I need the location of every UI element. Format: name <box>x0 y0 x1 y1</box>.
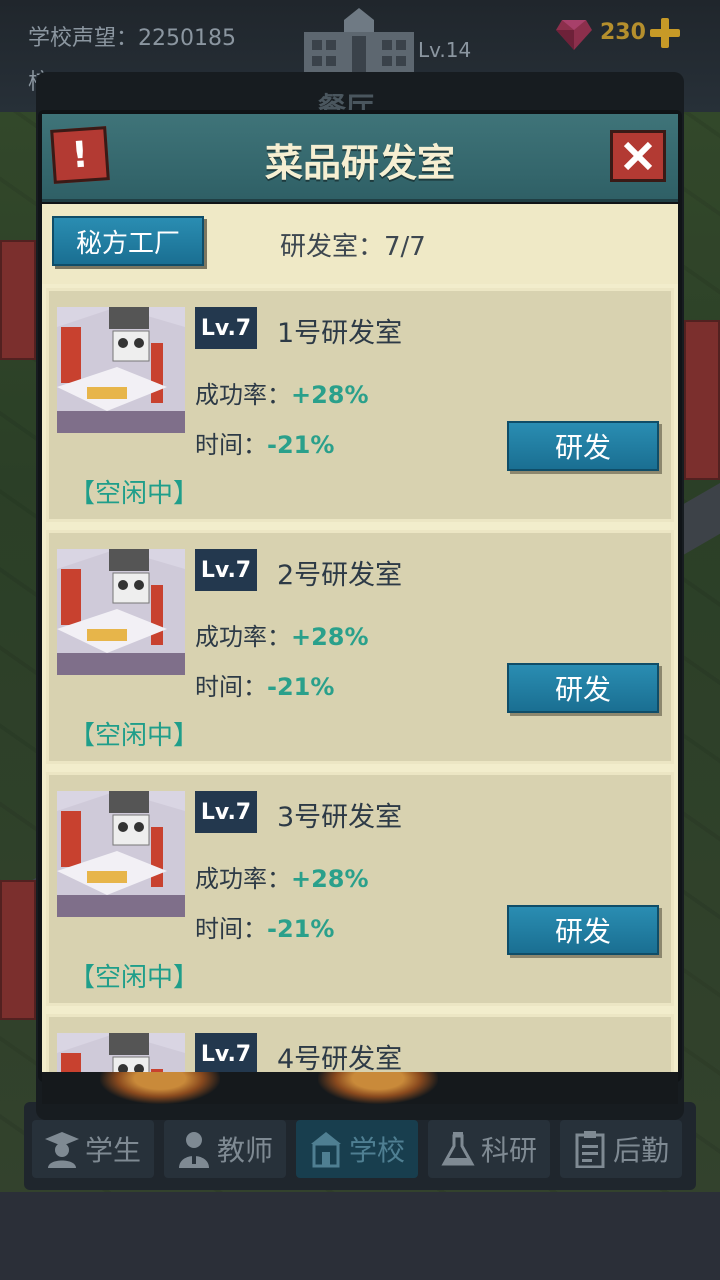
kitchen-image <box>57 307 185 433</box>
lab-name: 2号研发室 <box>277 560 403 591</box>
success-rate: 成功率：+28% <box>195 865 369 893</box>
dish-image <box>100 1072 220 1104</box>
time-modifier: 时间：-21% <box>195 673 335 701</box>
level-badge: Lv.7 <box>195 549 257 591</box>
level-badge: Lv.7 <box>195 307 257 349</box>
level-badge: Lv.7 <box>195 791 257 833</box>
tab-label: 学生 <box>84 1134 141 1167</box>
tab-label: 后勤 <box>612 1134 669 1167</box>
exclamation-icon: ! <box>70 133 90 177</box>
research-button[interactable]: 研发 <box>507 905 659 955</box>
school-reputation: 学校声望：2250185 <box>28 26 236 51</box>
recipe-factory-button[interactable]: 秘方工厂 <box>52 216 204 266</box>
lab-card: Lv.7 4号研发室 <box>46 1014 674 1072</box>
close-button[interactable] <box>610 130 666 182</box>
gem-count: 230 <box>600 20 646 45</box>
teacher-icon <box>178 1132 209 1168</box>
lab-card: Lv.7 2号研发室 成功率：+28% 时间：-21% 【空闲中】 研发 <box>46 530 674 764</box>
success-rate: 成功率：+28% <box>195 381 369 409</box>
school-icon <box>310 1132 341 1168</box>
tab-label: 教师 <box>216 1134 273 1167</box>
school-building-icon[interactable] <box>304 6 414 72</box>
add-gem-icon[interactable] <box>650 18 680 48</box>
bottom-empty-area <box>0 1192 720 1280</box>
gem-icon <box>556 20 592 50</box>
status-badge: 【空闲中】 <box>69 963 200 993</box>
lab-card: Lv.7 1号研发室 成功率：+28% 时间：-21% 【空闲中】 研发 <box>46 288 674 522</box>
dialog-toolbar: 秘方工厂 研发室：7/7 <box>42 204 678 284</box>
school-level: Lv.14 <box>418 38 472 62</box>
kitchen-image <box>57 549 185 675</box>
tab-students[interactable]: 学生 <box>32 1120 154 1178</box>
dish-image <box>318 1072 438 1104</box>
tab-label: 科研 <box>480 1134 537 1167</box>
time-modifier: 时间：-21% <box>195 915 335 943</box>
research-button[interactable]: 研发 <box>507 421 659 471</box>
tab-research[interactable]: 科研 <box>428 1120 550 1178</box>
lab-count: 研发室：7/7 <box>280 232 426 262</box>
dialog-title: 菜品研发室 <box>264 141 455 185</box>
success-rate: 成功率：+28% <box>195 623 369 651</box>
tab-logistics[interactable]: 后勤 <box>560 1120 682 1178</box>
status-badge: 【空闲中】 <box>69 721 200 751</box>
tab-school[interactable]: 学校 <box>296 1120 418 1178</box>
lab-name: 4号研发室 <box>277 1044 403 1072</box>
dialog-header: 菜品研发室 <box>42 114 678 202</box>
status-badge: 【空闲中】 <box>69 479 200 509</box>
tab-teachers[interactable]: 教师 <box>164 1120 286 1178</box>
level-badge: Lv.7 <box>195 1033 257 1072</box>
help-button[interactable]: ! <box>50 126 110 184</box>
clipboard-icon <box>575 1131 605 1168</box>
dialog-body: 秘方工厂 研发室：7/7 Lv.7 1号研发室 成功率：+28% 时间：-21%… <box>42 204 678 1072</box>
lab-list[interactable]: Lv.7 1号研发室 成功率：+28% 时间：-21% 【空闲中】 研发 Lv.… <box>42 284 678 1072</box>
kitchen-image <box>57 791 185 917</box>
flask-icon <box>441 1132 475 1166</box>
kitchen-image <box>57 1033 185 1072</box>
close-icon <box>623 141 653 171</box>
time-modifier: 时间：-21% <box>195 431 335 459</box>
lab-card: Lv.7 3号研发室 成功率：+28% 时间：-21% 【空闲中】 研发 <box>46 772 674 1006</box>
lab-name: 1号研发室 <box>277 318 403 349</box>
tab-label: 学校 <box>348 1134 405 1167</box>
lab-name: 3号研发室 <box>277 802 403 833</box>
research-button[interactable]: 研发 <box>507 663 659 713</box>
student-icon <box>44 1132 79 1168</box>
